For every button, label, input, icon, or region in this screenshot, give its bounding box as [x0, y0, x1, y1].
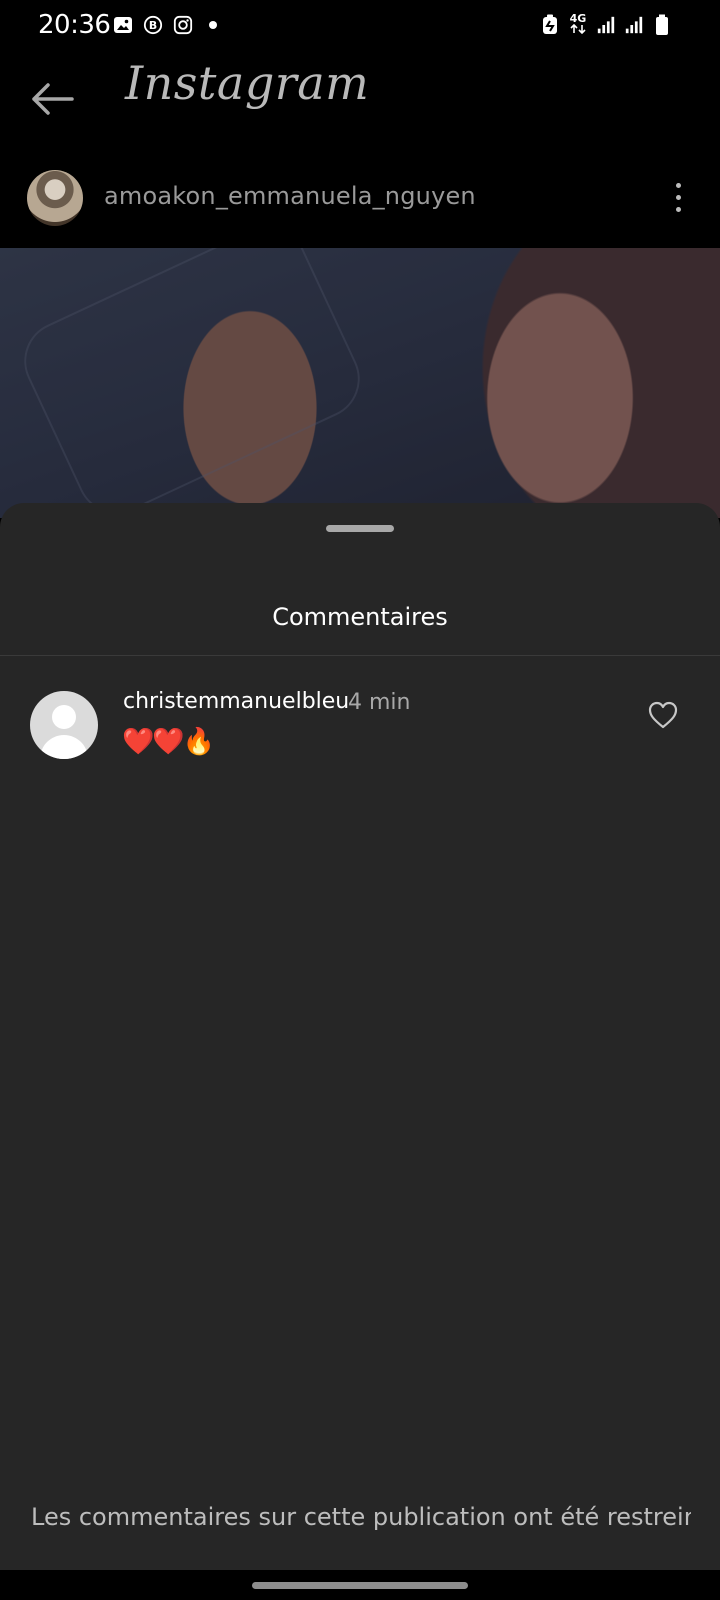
commenter-avatar[interactable]: [30, 691, 98, 759]
gallery-icon: [113, 15, 133, 35]
comment-text: ❤️❤️🔥: [122, 727, 215, 757]
dot-icon: [203, 15, 223, 35]
vertical-dots-icon: [675, 182, 681, 188]
gesture-nav-bar[interactable]: [252, 1582, 468, 1589]
vertical-dots-icon: [675, 194, 681, 200]
comment-item: christemmanuelbleu 4 min ❤️❤️🔥: [0, 683, 720, 763]
status-time: 20:36: [38, 10, 111, 40]
status-bar: 20:36 B 4G: [0, 0, 720, 50]
comment-username[interactable]: christemmanuelbleu: [123, 689, 349, 714]
default-avatar-body: [40, 735, 88, 759]
like-comment-button[interactable]: [646, 699, 680, 731]
vertical-dots-icon: [675, 206, 681, 212]
network-type-label: 4G: [568, 13, 588, 36]
comments-restricted-note: Les commentaires sur cette publication o…: [31, 1503, 691, 1531]
post-author-row: amoakon_emmanuela_nguyen: [0, 160, 720, 240]
more-options-button[interactable]: [668, 174, 688, 220]
divider: [0, 655, 720, 656]
arrow-left-icon: [32, 83, 74, 115]
comment-time: 4 min: [348, 690, 411, 715]
back-button[interactable]: [28, 78, 76, 120]
status-left-icons: B: [113, 15, 223, 35]
author-username[interactable]: amoakon_emmanuela_nguyen: [104, 182, 476, 210]
app-screen: 20:36 B 4G Instagram amoakon_emmanuela_n…: [0, 0, 720, 1600]
comments-sheet: Commentaires christemmanuelbleu 4 min ❤️…: [0, 503, 720, 1570]
post-image: [0, 248, 720, 518]
app-logo: Instagram: [125, 56, 370, 110]
sheet-drag-handle[interactable]: [326, 525, 394, 532]
signal-2-icon: [624, 15, 644, 35]
bedtime-b-icon: B: [143, 15, 163, 35]
author-avatar[interactable]: [27, 170, 83, 226]
svg-text:B: B: [149, 19, 157, 32]
battery-icon: [652, 14, 672, 35]
battery-saver-icon: [540, 14, 560, 35]
heart-outline-icon: [648, 701, 678, 729]
default-avatar-head: [52, 705, 76, 729]
status-right-icons: 4G: [540, 13, 672, 36]
image-dim-overlay: [0, 248, 720, 518]
sheet-title: Commentaires: [272, 603, 448, 631]
app-header: Instagram: [0, 50, 720, 150]
signal-1-icon: [596, 15, 616, 35]
instagram-icon: [173, 15, 193, 35]
data-arrows-icon: [570, 23, 586, 35]
